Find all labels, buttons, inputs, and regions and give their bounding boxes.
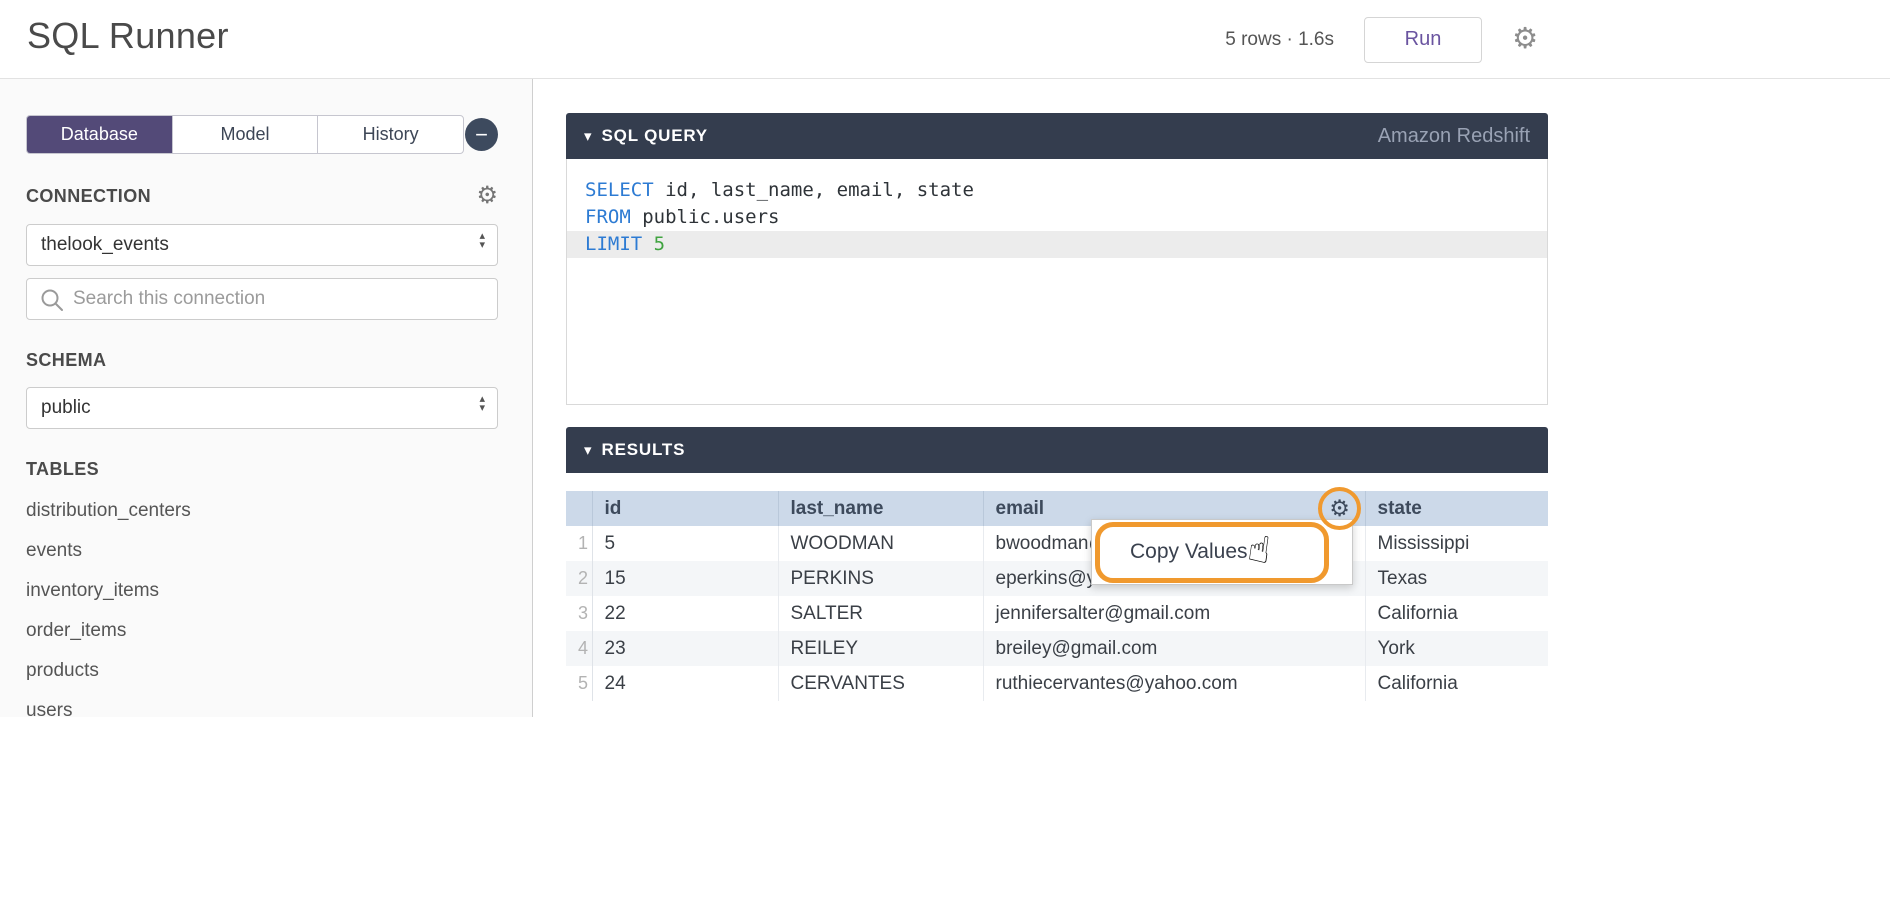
settings-gear-icon[interactable]: ⚙ <box>1512 25 1538 54</box>
cell-last_name: CERVANTES <box>778 666 983 701</box>
tables-list: distribution_centerseventsinventory_item… <box>26 492 498 732</box>
cell-state: California <box>1365 596 1548 631</box>
cell-id: 5 <box>592 526 778 561</box>
column-gear-icon[interactable]: ⚙ <box>1329 497 1350 520</box>
updown-arrows-icon: ▴▾ <box>479 232 485 250</box>
top-bar: SQL Runner 5 rows · 1.6s Run ⚙ <box>0 0 1890 79</box>
row-number: 3 <box>566 596 592 631</box>
column-header-id[interactable]: id <box>592 491 778 526</box>
row-number: 2 <box>566 561 592 596</box>
tab-database[interactable]: Database <box>27 116 173 153</box>
query-status-text: 5 rows · 1.6s <box>1225 29 1334 51</box>
row-number-header <box>566 491 592 526</box>
search-icon <box>39 287 65 318</box>
annotation-highlight-circle: ⚙ <box>1318 487 1361 530</box>
connection-search <box>26 278 498 320</box>
table-row: 215PERKINSeperkins@yaTexas <box>566 561 1548 596</box>
table-row: 15WOODMANbwoodman@Mississippi <box>566 526 1548 561</box>
caret-down-icon[interactable]: ▾ <box>584 127 592 145</box>
main-content: ▾ SQL QUERY Amazon Redshift SELECT id, l… <box>566 113 1548 701</box>
sidebar-tabs: DatabaseModelHistory <box>26 115 464 154</box>
sql-query-panel-title: SQL QUERY <box>602 126 708 146</box>
cell-state: California <box>1365 666 1548 701</box>
connection-heading: CONNECTION <box>26 186 151 207</box>
cell-last_name: WOODMAN <box>778 526 983 561</box>
collapse-sidebar-button[interactable]: − <box>465 118 498 151</box>
cell-state: Texas <box>1365 561 1548 596</box>
sql-editor[interactable]: SELECT id, last_name, email, stateFROM p… <box>566 159 1548 405</box>
cell-state: York <box>1365 631 1548 666</box>
sidebar: DatabaseModelHistory − CONNECTION ⚙ thel… <box>0 79 533 717</box>
tab-model[interactable]: Model <box>173 116 319 153</box>
cell-state: Mississippi <box>1365 526 1548 561</box>
results-panel-header: ▾ RESULTS <box>566 427 1548 473</box>
schema-select[interactable]: public ▴▾ <box>26 387 498 429</box>
cell-email: ruthiecervantes@yahoo.com <box>983 666 1365 701</box>
table-item-products[interactable]: products <box>26 652 498 692</box>
results-body: 15WOODMANbwoodman@Mississippi215PERKINSe… <box>566 526 1548 701</box>
top-bar-actions: 5 rows · 1.6s Run ⚙ <box>1225 0 1538 79</box>
cell-id: 24 <box>592 666 778 701</box>
cell-id: 23 <box>592 631 778 666</box>
schema-select-value: public <box>41 397 91 419</box>
column-context-menu: Copy Values <box>1091 519 1353 585</box>
table-item-inventory_items[interactable]: inventory_items <box>26 572 498 612</box>
tab-history[interactable]: History <box>318 116 463 153</box>
sql-runner-app: SQL Runner 5 rows · 1.6s Run ⚙ DatabaseM… <box>0 0 1890 898</box>
results-panel-title: RESULTS <box>602 440 686 460</box>
caret-down-icon[interactable]: ▾ <box>584 441 592 459</box>
cell-email: jennifersalter@gmail.com <box>983 596 1365 631</box>
cell-email: breiley@gmail.com <box>983 631 1365 666</box>
connection-select[interactable]: thelook_events ▴▾ <box>26 224 498 266</box>
sql-query-panel-header: ▾ SQL QUERY Amazon Redshift <box>566 113 1548 159</box>
run-button[interactable]: Run <box>1364 17 1482 63</box>
page-title: SQL Runner <box>27 15 229 57</box>
row-number: 4 <box>566 631 592 666</box>
table-row: 524CERVANTESruthiecervantes@yahoo.comCal… <box>566 666 1548 701</box>
dialect-label: Amazon Redshift <box>1378 125 1530 148</box>
cell-id: 22 <box>592 596 778 631</box>
table-row: 423REILEYbreiley@gmail.comYork <box>566 631 1548 666</box>
cell-last_name: SALTER <box>778 596 983 631</box>
cell-last_name: REILEY <box>778 631 983 666</box>
table-row: 322SALTERjennifersalter@gmail.comCalifor… <box>566 596 1548 631</box>
table-item-order_items[interactable]: order_items <box>26 612 498 652</box>
results-table: idlast_nameemailstate 15WOODMANbwoodman@… <box>566 491 1548 701</box>
table-item-distribution_centers[interactable]: distribution_centers <box>26 492 498 532</box>
schema-heading: SCHEMA <box>26 350 106 371</box>
sidebar-tabs-row: DatabaseModelHistory − <box>26 115 498 154</box>
connection-gear-icon[interactable]: ⚙ <box>476 184 498 208</box>
row-number: 1 <box>566 526 592 561</box>
tables-heading: TABLES <box>26 459 99 480</box>
results-header-row: idlast_nameemailstate <box>566 491 1548 526</box>
column-header-state[interactable]: state <box>1365 491 1548 526</box>
updown-arrows-icon: ▴▾ <box>479 395 485 413</box>
table-item-events[interactable]: events <box>26 532 498 572</box>
cell-id: 15 <box>592 561 778 596</box>
column-header-last_name[interactable]: last_name <box>778 491 983 526</box>
table-item-users[interactable]: users <box>26 692 498 732</box>
menu-item-copy-values[interactable]: Copy Values <box>1092 520 1352 584</box>
connection-select-value: thelook_events <box>41 234 169 256</box>
cell-last_name: PERKINS <box>778 561 983 596</box>
search-input[interactable] <box>27 279 497 319</box>
code-line: FROM public.users <box>567 204 1547 231</box>
code-line: LIMIT 5 <box>567 231 1547 258</box>
code-line: SELECT id, last_name, email, state <box>567 177 1547 204</box>
minus-icon: − <box>475 122 488 148</box>
row-number: 5 <box>566 666 592 701</box>
